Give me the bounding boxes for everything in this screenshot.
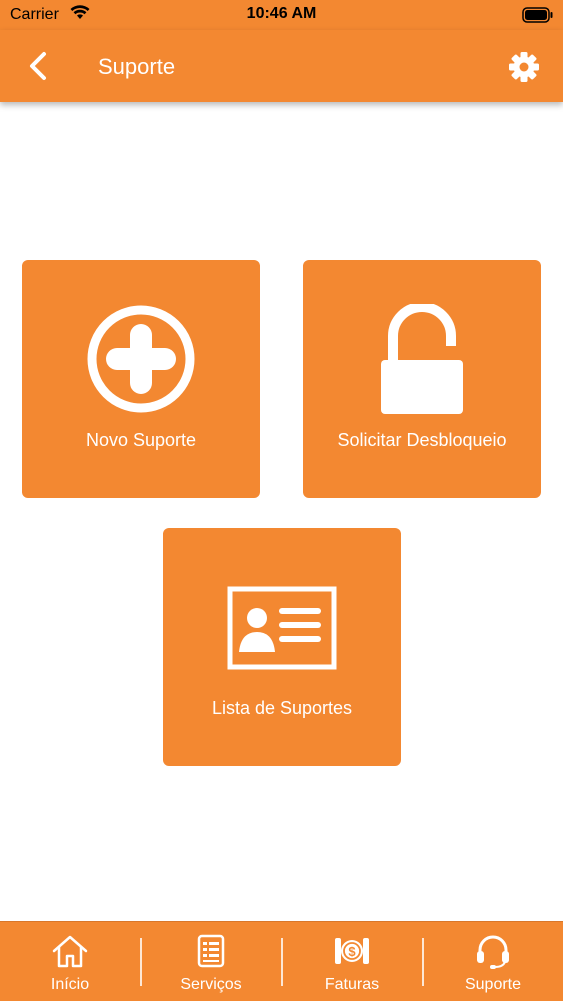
- chevron-left-icon: [30, 52, 46, 80]
- battery-icon: [522, 7, 554, 28]
- support-list-tile[interactable]: Lista de Suportes: [163, 528, 401, 766]
- request-unlock-tile[interactable]: Solicitar Desbloqueio: [303, 260, 541, 498]
- tab-services-label: Serviços: [180, 976, 242, 993]
- gear-icon: [509, 52, 539, 82]
- new-support-tile[interactable]: Novo Suporte: [22, 260, 260, 498]
- tab-invoices-label: Faturas: [324, 976, 380, 993]
- clock: 10:46 AM: [246, 5, 317, 22]
- settings-button[interactable]: [507, 50, 541, 84]
- status-bar: Carrier 10:46 AM: [0, 0, 563, 30]
- tab-home[interactable]: Início: [0, 922, 140, 1001]
- new-support-label: Novo Suporte: [85, 430, 197, 450]
- tab-bar: Início Serviços $ Faturas Suporte: [0, 921, 563, 1001]
- tab-support[interactable]: Suporte: [423, 922, 563, 1001]
- tab-support-label: Suporte: [464, 976, 522, 993]
- plus-circle-icon: [86, 304, 196, 419]
- nav-bar: Suporte: [0, 30, 563, 102]
- back-button[interactable]: [24, 50, 54, 82]
- request-unlock-label: Solicitar Desbloqueio: [337, 430, 507, 450]
- id-card-icon: [227, 586, 337, 675]
- tab-invoices[interactable]: $ Faturas: [282, 922, 422, 1001]
- home-icon: [52, 934, 88, 973]
- svg-text:$: $: [348, 944, 356, 959]
- tab-home-label: Início: [50, 976, 90, 993]
- support-list-label: Lista de Suportes: [211, 698, 353, 718]
- page-title: Suporte: [98, 54, 176, 79]
- coins-icon: $: [333, 934, 371, 973]
- headset-icon: [475, 934, 511, 975]
- tab-services[interactable]: Serviços: [141, 922, 281, 1001]
- unlock-icon: [379, 302, 465, 421]
- document-list-icon: [197, 934, 225, 973]
